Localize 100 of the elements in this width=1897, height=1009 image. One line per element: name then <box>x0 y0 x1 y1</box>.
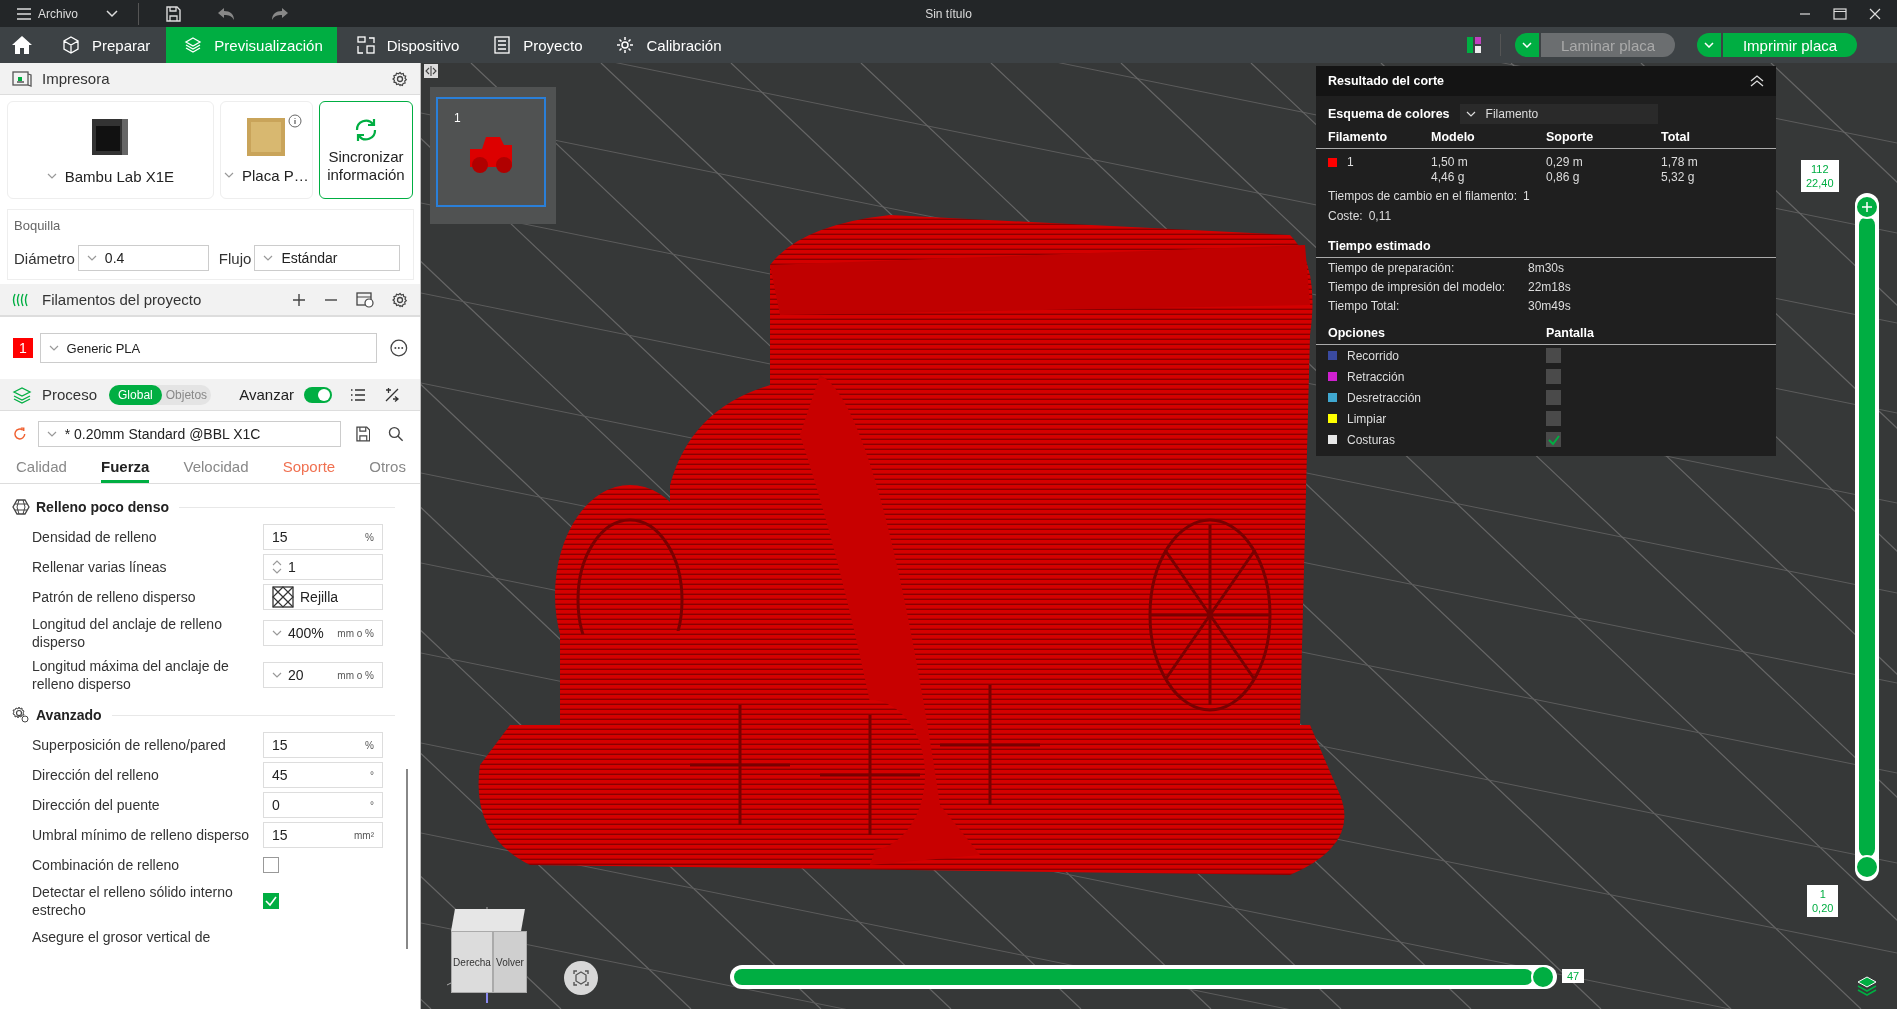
cube-face-label[interactable]: Derecha <box>451 931 493 993</box>
field-label: Flujo <box>218 249 252 267</box>
plate-card[interactable]: Placa P… <box>219 101 313 199</box>
spool-sync-icon[interactable] <box>356 291 374 308</box>
list-icon <box>493 36 512 54</box>
save-icon[interactable] <box>165 5 181 22</box>
move-value-label: 47 <box>1562 969 1585 983</box>
slider-thumb[interactable] <box>1855 855 1879 879</box>
nav-tab[interactable]: Proyecto <box>475 27 597 63</box>
spinner-arrows-icon[interactable] <box>272 559 282 575</box>
cube-top-face[interactable] <box>451 909 525 931</box>
chevron-down-icon <box>46 431 57 437</box>
view-cube[interactable]: Derecha Volver <box>439 905 539 1009</box>
diameter-dropdown[interactable]: 0.4 <box>77 245 209 271</box>
setting-label: Asegure el grosor vertical de <box>32 928 212 947</box>
dropdown-button[interactable] <box>1515 33 1539 57</box>
printer-name: Bambu Lab X1E <box>64 167 174 185</box>
checkbox[interactable] <box>263 893 279 909</box>
filament-color-swatch[interactable]: 1 <box>13 338 33 358</box>
section-label: Boquilla <box>14 218 62 233</box>
dropdown-button[interactable] <box>1697 33 1721 57</box>
grid-pattern-icon <box>272 586 294 608</box>
setting-input[interactable]: Rejilla <box>263 584 383 610</box>
sync-button[interactable]: Sincronizar información <box>318 101 413 199</box>
list-icon[interactable] <box>350 387 366 402</box>
slider-thumb[interactable] <box>1531 965 1555 989</box>
file-menu-button[interactable]: Archivo <box>12 2 122 25</box>
plus-icon[interactable] <box>292 292 306 307</box>
settings-tab[interactable]: Fuerza <box>101 453 150 483</box>
settings-icon[interactable] <box>392 70 408 87</box>
section-title: Relleno poco denso <box>36 499 169 515</box>
layer-height: 0,20 <box>1812 901 1834 915</box>
settings-tab[interactable]: Velocidad <box>183 453 249 483</box>
settings-tab[interactable]: Otros <box>369 453 406 483</box>
section-title: Filamentos del proyecto <box>42 291 202 308</box>
checkbox[interactable] <box>1546 411 1561 426</box>
time-value: 8m30s <box>1528 260 1566 275</box>
checkbox[interactable] <box>1546 369 1561 384</box>
chevron-down-icon <box>224 172 234 178</box>
setting-input[interactable]: 45 ° <box>263 762 383 788</box>
checkbox[interactable] <box>1546 390 1561 405</box>
printer-card[interactable]: Bambu Lab X1E <box>7 101 214 199</box>
filament-dropdown[interactable]: Generic PLA <box>39 333 378 363</box>
plate-view-icon[interactable] <box>1466 36 1482 54</box>
stat-label: Tiempos de cambio en el filamento: <box>1328 189 1517 205</box>
setting-input[interactable]: 0 ° <box>263 792 383 818</box>
setting-input[interactable]: 20 mm o % <box>263 662 383 688</box>
undo-icon[interactable] <box>217 6 235 21</box>
close-icon[interactable] <box>1869 7 1881 20</box>
legend-label: Desretracción <box>1347 390 1422 405</box>
settings-tab[interactable]: Calidad <box>16 453 67 483</box>
nav-tab[interactable]: Preparar <box>44 27 165 63</box>
checkbox[interactable] <box>1546 348 1561 363</box>
table-cell-text: 0,29 m <box>1546 155 1584 170</box>
search-icon[interactable] <box>388 426 404 442</box>
legend-label: Retracción <box>1347 369 1405 384</box>
sidebar-toggle-icon[interactable] <box>424 64 438 78</box>
plate-thumbnail[interactable]: 1 <box>436 97 546 207</box>
nav-tab[interactable]: Dispositivo <box>338 27 474 63</box>
reset-icon[interactable] <box>12 426 28 442</box>
process-preset-dropdown[interactable]: * 0.20mm Standard @BBL X1C <box>37 421 341 447</box>
more-options-icon[interactable] <box>390 339 408 357</box>
settings-icon[interactable] <box>392 291 408 308</box>
collapse-icon[interactable] <box>1750 75 1764 87</box>
setting-label: Dirección del relleno <box>32 766 160 785</box>
nav-tab[interactable]: Calibración <box>598 27 736 63</box>
honeycomb-icon <box>12 498 30 516</box>
checkbox[interactable] <box>1546 432 1561 447</box>
slider-thumb[interactable] <box>1855 195 1879 219</box>
color-scheme-dropdown[interactable]: Filamento <box>1459 103 1658 124</box>
table-cell-text: 1,50 m <box>1431 155 1469 170</box>
table-cell-text: 4,46 g <box>1431 170 1466 185</box>
chevron-down-icon <box>272 672 282 678</box>
save-icon[interactable] <box>354 426 371 442</box>
redo-icon[interactable] <box>271 6 289 21</box>
home-icon[interactable] <box>11 35 33 55</box>
panel-title: Resultado del corte <box>1328 74 1444 88</box>
table-cell-text: 0,86 g <box>1546 170 1581 185</box>
flow-dropdown[interactable]: Estándar <box>254 245 401 271</box>
maximize-icon[interactable] <box>1833 7 1847 20</box>
layers-icon[interactable] <box>1856 975 1878 997</box>
gears-icon <box>12 706 30 724</box>
info-icon[interactable] <box>287 114 302 128</box>
time-label: Tiempo Total: <box>1328 298 1401 313</box>
gear-icon <box>616 36 635 54</box>
chevron-down-icon <box>106 9 118 18</box>
legend-label: Recorrido <box>1347 348 1400 363</box>
cube-face-label[interactable]: Volver <box>493 931 527 993</box>
fit-view-icon[interactable] <box>563 960 599 996</box>
setting-label: Umbral mínimo de relleno disperso <box>32 826 251 845</box>
setting-input[interactable]: 1 <box>263 554 383 580</box>
compare-icon[interactable] <box>384 386 400 403</box>
advanced-toggle[interactable] <box>304 386 332 403</box>
scrollbar[interactable] <box>406 769 408 949</box>
setting-input[interactable]: 15 % <box>263 732 383 758</box>
checkbox[interactable] <box>263 857 279 873</box>
setting-input[interactable]: 15 mm² <box>263 822 383 848</box>
setting-input[interactable]: 400% mm o % <box>263 620 383 646</box>
setting-label: Superposición de relleno/pared <box>32 736 227 755</box>
setting-input[interactable]: 15 % <box>263 524 383 550</box>
